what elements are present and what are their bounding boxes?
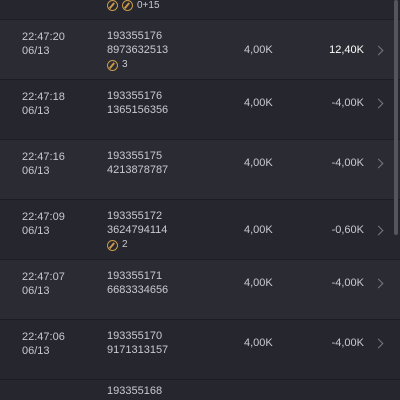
- round-time: 22:47:09 06/13: [22, 210, 65, 238]
- bet-amount: 4,00K: [244, 277, 273, 289]
- bet-amount: 4,00K: [244, 157, 273, 169]
- win-loss-amount: 12,40K: [329, 44, 364, 56]
- round-time: 22:47:20 06/13: [22, 30, 65, 58]
- bet-amount: 4,00K: [244, 44, 273, 56]
- round-time-date: 06/13: [22, 105, 50, 117]
- list-item[interactable]: 22:47:06 06/13 193355170 9171313157 4,00K -4,…: [0, 320, 400, 380]
- win-loss-amount: -4,00K: [331, 337, 364, 349]
- round-id-line2: 8973632513: [107, 44, 169, 56]
- bonus-count: 3: [122, 59, 128, 70]
- round-id: 193355172 3624794114 2: [107, 209, 167, 252]
- badge-group: 0+15: [107, 0, 160, 12]
- round-id: 193355171 6683334656: [107, 269, 168, 297]
- history-list-viewport: 0+15 22:47:20 06/13 193355176 8973632513 3 4,…: [0, 0, 400, 400]
- round-id-line1: 193355171: [107, 270, 163, 282]
- list-item[interactable]: 22:47:07 06/13 193355171 6683334656 4,00K -4,…: [0, 260, 400, 320]
- round-id-line1: 193355172: [107, 210, 163, 222]
- round-id-line2: 6683334656: [107, 284, 169, 296]
- coin-icon: [107, 239, 118, 251]
- chevron-right-icon[interactable]: [373, 278, 384, 289]
- round-id-line1: 193355168: [107, 385, 163, 397]
- round-time-date: 06/13: [22, 345, 50, 357]
- bet-amount: 4,00K: [244, 97, 273, 109]
- round-time-date: 06/13: [22, 45, 50, 57]
- list-item-partial-bottom[interactable]: 193355168: [0, 380, 400, 400]
- bet-amount: 4,00K: [244, 224, 273, 236]
- round-id: 193355175 4213878787: [107, 149, 168, 177]
- win-loss-amount: -4,00K: [331, 97, 364, 109]
- chevron-right-icon[interactable]: [373, 158, 384, 169]
- round-time-clock: 22:47:20: [22, 31, 65, 43]
- win-loss-amount: -4,00K: [331, 157, 364, 169]
- round-id-line2: 4213878787: [107, 164, 169, 176]
- history-list: 0+15 22:47:20 06/13 193355176 8973632513 3 4,…: [0, 0, 400, 400]
- round-id-line2: 9171313157: [107, 344, 169, 356]
- round-id: 193355168: [107, 384, 162, 398]
- list-item[interactable]: 22:47:20 06/13 193355176 8973632513 3 4,00K 12…: [0, 20, 400, 80]
- bonus-badge: 2: [107, 238, 167, 252]
- chevron-right-icon[interactable]: [373, 45, 384, 56]
- round-time-clock: 22:47:07: [22, 271, 65, 283]
- round-id-line1: 193355170: [107, 330, 163, 342]
- refresh-icon: [107, 0, 118, 11]
- round-time-clock: 22:47:09: [22, 211, 65, 223]
- round-time-clock: 22:47:16: [22, 151, 65, 163]
- chevron-right-icon[interactable]: [373, 225, 384, 236]
- round-time-date: 06/13: [22, 165, 50, 177]
- round-id-line1: 193355176: [107, 90, 163, 102]
- coin-icon: [122, 0, 133, 11]
- list-item[interactable]: 22:47:18 06/13 193355176 1365156356 4,00K -4,…: [0, 80, 400, 140]
- list-item-partial-top[interactable]: 0+15: [0, 0, 400, 20]
- coin-icon: [107, 59, 118, 71]
- round-time: 22:47:06 06/13: [22, 330, 65, 358]
- win-loss-amount: -0,60K: [331, 224, 364, 236]
- round-id-line1: 193355176: [107, 30, 163, 42]
- list-item[interactable]: 22:47:09 06/13 193355172 3624794114 2 4,00K -0…: [0, 200, 400, 260]
- bonus-count: 2: [122, 239, 128, 250]
- rows-container: 22:47:20 06/13 193355176 8973632513 3 4,00K 12…: [0, 20, 400, 380]
- bonus-badge: 3: [107, 58, 168, 72]
- list-item[interactable]: 22:47:16 06/13 193355175 4213878787 4,00K -4,…: [0, 140, 400, 200]
- round-id: 193355176 1365156356: [107, 89, 168, 117]
- round-time-clock: 22:47:18: [22, 91, 65, 103]
- round-time-clock: 22:47:06: [22, 331, 65, 343]
- round-id-line1: 193355175: [107, 150, 163, 162]
- chevron-right-icon[interactable]: [373, 98, 384, 109]
- win-loss-amount: -4,00K: [331, 277, 364, 289]
- round-time-date: 06/13: [22, 285, 50, 297]
- round-id: 193355176 8973632513 3: [107, 29, 168, 72]
- round-time: 22:47:18 06/13: [22, 90, 65, 118]
- round-time-date: 06/13: [22, 225, 50, 237]
- bet-amount: 4,00K: [244, 337, 273, 349]
- round-id-line2: 3624794114: [107, 224, 168, 236]
- badge-count: 0+15: [137, 0, 160, 11]
- chevron-right-icon[interactable]: [373, 338, 384, 349]
- round-time: 22:47:07 06/13: [22, 270, 65, 298]
- round-id-line2: 1365156356: [107, 104, 169, 116]
- round-id: 193355170 9171313157: [107, 329, 168, 357]
- round-time: 22:47:16 06/13: [22, 150, 65, 178]
- scrollbar[interactable]: [394, 0, 398, 235]
